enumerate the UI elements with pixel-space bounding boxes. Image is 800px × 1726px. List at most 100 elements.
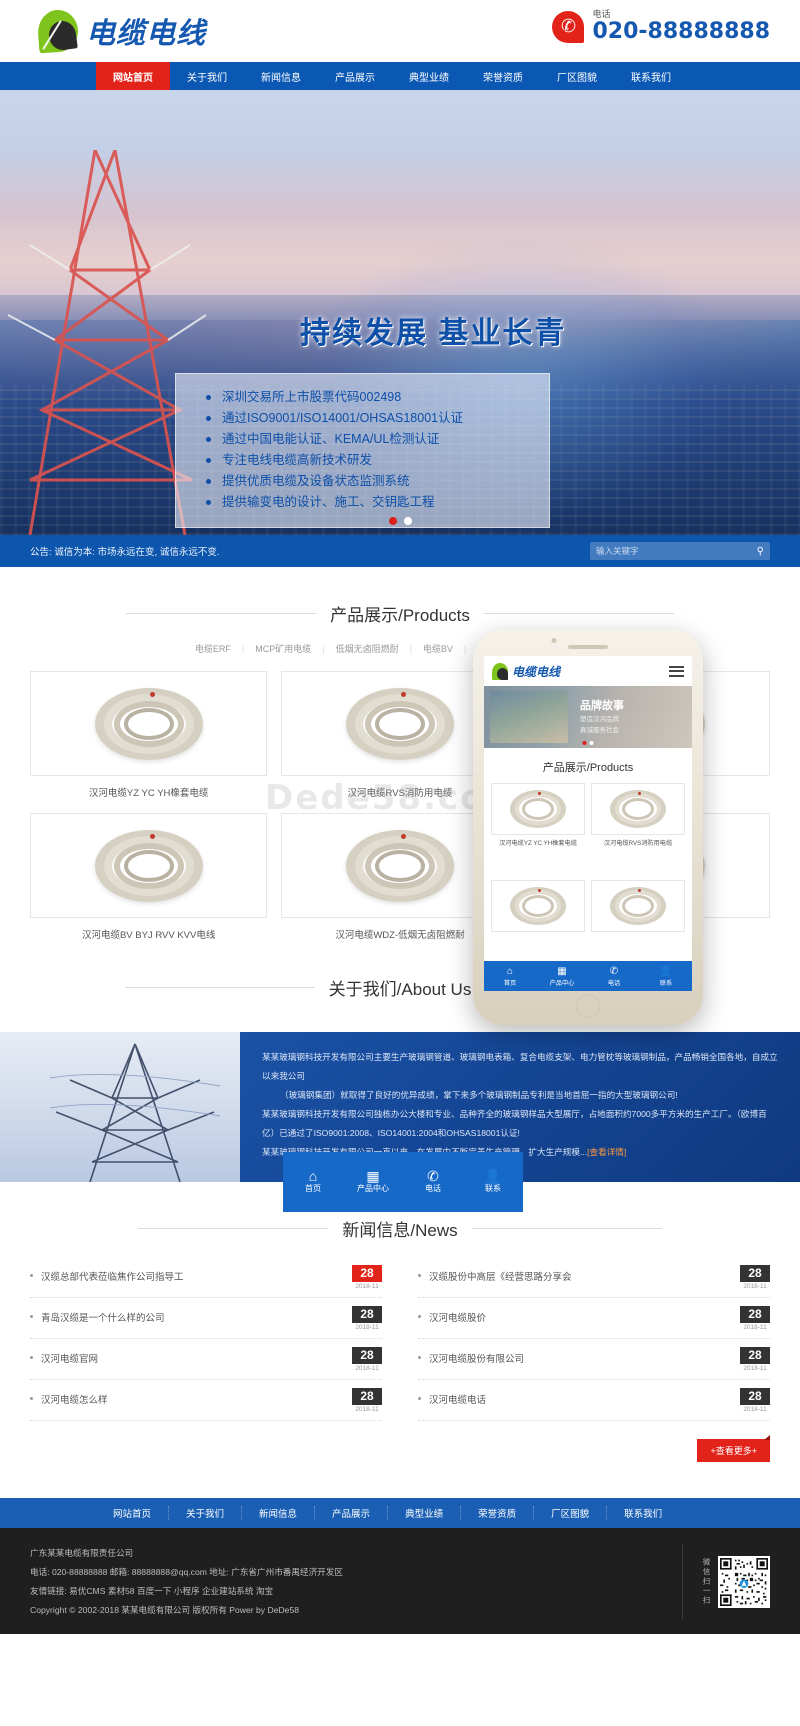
- mobile-product-card[interactable]: [591, 879, 685, 962]
- site-header: 电缆电线 ✆ 电话 020-88888888: [0, 0, 800, 62]
- news-month: 2018-11: [355, 1406, 379, 1413]
- mobile-tab-联系[interactable]: 👤 联系: [640, 966, 692, 987]
- hero-slider-dots[interactable]: [0, 517, 800, 525]
- mobile-banner-sub2: 真诚服务社会: [580, 726, 619, 734]
- news-day: 28: [740, 1306, 770, 1323]
- news-item[interactable]: 汉河电缆电话 28 2018-11: [418, 1380, 770, 1421]
- nav-item-6[interactable]: 厂区图貌: [540, 62, 614, 90]
- news-title[interactable]: 汉缆总部代表莅临焦作公司指导工: [30, 1265, 184, 1283]
- header-phone: ✆ 电话 020-88888888: [552, 9, 770, 44]
- product-thumbnail[interactable]: [30, 813, 268, 918]
- phone-home-button[interactable]: [576, 994, 600, 1018]
- product-category-0[interactable]: 电缆ERF: [184, 642, 242, 655]
- about-more-link[interactable]: [查看详情]: [587, 1147, 626, 1157]
- search-input[interactable]: [596, 546, 757, 556]
- news-title[interactable]: 汉河电缆电话: [418, 1388, 486, 1406]
- mobile-tab-产品中心[interactable]: ▦ 产品中心: [536, 966, 588, 987]
- news-item[interactable]: 汉河电缆官网 28 2018-11: [30, 1339, 382, 1380]
- view-more-button[interactable]: +查看更多+: [697, 1435, 770, 1462]
- news-month: 2018-11: [743, 1406, 767, 1413]
- search-box[interactable]: ⚲: [590, 542, 770, 560]
- footer-nav-item-7[interactable]: 联系我们: [607, 1506, 679, 1520]
- mobile-logo-text: 电缆电线: [512, 664, 561, 679]
- site-logo[interactable]: 电缆电线: [36, 8, 206, 54]
- nav-item-3[interactable]: 产品展示: [318, 62, 392, 90]
- user-icon: 👤: [484, 1167, 502, 1184]
- product-category-3[interactable]: 电缆BV: [412, 642, 464, 655]
- cable-coil-image: [345, 687, 454, 760]
- mobile-product-thumbnail[interactable]: [491, 783, 585, 835]
- footer-friend-link-4[interactable]: 企业建站系统: [202, 1586, 254, 1596]
- hero-dot-1[interactable]: [403, 517, 412, 525]
- mobile-product-card[interactable]: [491, 879, 585, 962]
- nav-item-4[interactable]: 典型业绩: [392, 62, 466, 90]
- news-item[interactable]: 汉缆总部代表莅临焦作公司指导工 28 2018-11: [30, 1257, 382, 1298]
- footer-nav-item-1[interactable]: 关于我们: [169, 1506, 243, 1520]
- mobile-tab-产品中心[interactable]: ▦ 产品中心: [343, 1169, 403, 1194]
- footer-friend-link-1[interactable]: 素材58: [108, 1586, 135, 1596]
- mobile-tab-电话[interactable]: ✆ 电话: [403, 1169, 463, 1194]
- nav-item-0[interactable]: 网站首页: [96, 62, 170, 90]
- news-title[interactable]: 青岛汉缆是一个什么样的公司: [30, 1306, 165, 1324]
- news-title[interactable]: 汉缆股份中高层《经营思路分享会: [418, 1265, 572, 1283]
- nav-item-7[interactable]: 联系我们: [614, 62, 688, 90]
- phone-icon: ✆: [552, 10, 585, 43]
- mobile-product-thumbnail[interactable]: [491, 879, 585, 932]
- hamburger-menu-icon[interactable]: [669, 663, 684, 679]
- footer-nav-item-5[interactable]: 荣誉资质: [461, 1506, 535, 1520]
- footer-friend-link-2[interactable]: 百度一下: [137, 1586, 171, 1596]
- news-day: 28: [740, 1388, 770, 1405]
- leaf-logo-icon: [36, 8, 80, 54]
- mobile-tab-label: 电话: [607, 979, 621, 987]
- mobile-product-thumbnail[interactable]: [591, 783, 685, 835]
- news-column-left: 汉缆总部代表莅临焦作公司指导工 28 2018-11 青岛汉缆是一个什么样的公司 28 2…: [30, 1257, 382, 1421]
- mobile-product-thumbnail[interactable]: [591, 879, 685, 932]
- product-category-2[interactable]: 低烟无卤阻燃耐: [325, 642, 410, 655]
- mobile-product-name: [491, 932, 585, 935]
- footer-nav-item-4[interactable]: 典型业绩: [388, 1506, 462, 1520]
- mobile-slider-dots[interactable]: [582, 741, 594, 745]
- cable-coil-image: [345, 829, 454, 902]
- footer-friend-link-3[interactable]: 小程序: [174, 1586, 200, 1596]
- footer-nav-item-2[interactable]: 新闻信息: [242, 1506, 316, 1520]
- product-thumbnail[interactable]: [30, 671, 268, 776]
- mobile-logo[interactable]: 电缆电线: [492, 662, 560, 681]
- mobile-product-card[interactable]: 汉河电缆YZ YC YH橡套电缆: [491, 783, 585, 874]
- footer-nav-item-0[interactable]: 网站首页: [96, 1506, 170, 1520]
- product-category-1[interactable]: MCP矿用电缆: [244, 642, 322, 655]
- footer-nav-item-6[interactable]: 厂区图貌: [534, 1506, 608, 1520]
- news-title[interactable]: 汉河电缆股价: [418, 1306, 486, 1324]
- mobile-tab-联系[interactable]: 👤 联系: [463, 1167, 523, 1194]
- news-section: 汉缆总部代表莅临焦作公司指导工 28 2018-11 青岛汉缆是一个什么样的公司 28 2…: [30, 1257, 770, 1498]
- news-title[interactable]: 汉河电缆股份有限公司: [418, 1347, 524, 1365]
- product-card[interactable]: 汉河电缆BV BYJ RVV KVV电线: [30, 813, 268, 941]
- news-day: 28: [352, 1265, 382, 1282]
- mobile-product-card[interactable]: 汉河电缆RVS消防用电缆: [591, 783, 685, 874]
- about-paragraph: （玻璃钢集团）就取得了良好的优异成绩，掌下来多个玻璃钢制品专利是当地首屈一指的大…: [280, 1090, 678, 1100]
- news-item[interactable]: 汉缆股份中高层《经营思路分享会 28 2018-11: [418, 1257, 770, 1298]
- user-icon: 👤: [659, 965, 673, 977]
- footer-friend-link-5[interactable]: 淘宝: [256, 1586, 273, 1596]
- news-item[interactable]: 汉河电缆股价 28 2018-11: [418, 1298, 770, 1339]
- footer-friend-link-0[interactable]: 易优CMS: [69, 1586, 105, 1596]
- search-icon[interactable]: ⚲: [757, 546, 764, 557]
- mobile-tab-首页[interactable]: ⌂ 首页: [283, 1169, 343, 1194]
- hero-dot-0[interactable]: [388, 517, 397, 525]
- mobile-tab-电话[interactable]: ✆ 电话: [588, 966, 640, 987]
- news-day: 28: [352, 1347, 382, 1364]
- products-title-text: 产品展示/Products: [330, 606, 470, 625]
- hero-banner: 持续发展 基业长青 深圳交易所上市股票代码002498 通过ISO9001/ISO…: [0, 90, 800, 535]
- news-item[interactable]: 汉河电缆股份有限公司 28 2018-11: [418, 1339, 770, 1380]
- news-title[interactable]: 汉河电缆官网: [30, 1347, 98, 1365]
- news-title[interactable]: 汉河电缆怎么样: [30, 1388, 108, 1406]
- nav-item-1[interactable]: 关于我们: [170, 62, 244, 90]
- footer-nav-item-3[interactable]: 产品展示: [315, 1506, 389, 1520]
- news-item[interactable]: 青岛汉缆是一个什么样的公司 28 2018-11: [30, 1298, 382, 1339]
- news-item[interactable]: 汉河电缆怎么样 28 2018-11: [30, 1380, 382, 1421]
- product-card[interactable]: 汉河电缆YZ YC YH橡套电缆: [30, 671, 268, 799]
- phone-speaker: [568, 645, 608, 649]
- mobile-tab-首页[interactable]: ⌂ 首页: [484, 966, 536, 987]
- nav-item-5[interactable]: 荣誉资质: [466, 62, 540, 90]
- mobile-tab-label: 电话: [425, 1183, 441, 1193]
- nav-item-2[interactable]: 新闻信息: [244, 62, 318, 90]
